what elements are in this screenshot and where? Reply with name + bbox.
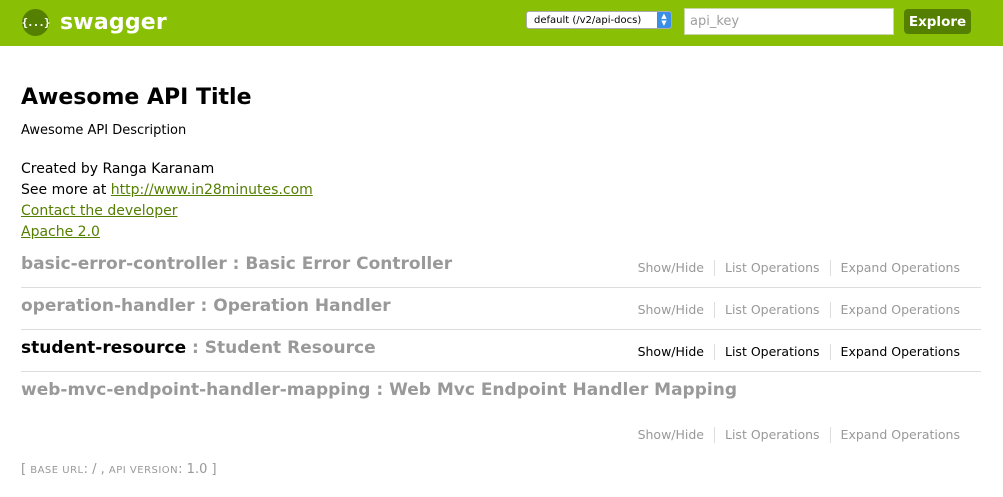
resource-name[interactable]: operation-handler: [21, 296, 195, 316]
show-hide-link[interactable]: Show/Hide: [638, 344, 714, 360]
list-operations-link[interactable]: List Operations: [714, 260, 830, 276]
resource-heading[interactable]: basic-error-controller : Basic Error Con…: [21, 254, 452, 274]
show-hide-link[interactable]: Show/Hide: [638, 302, 714, 318]
resource-description[interactable]: Student Resource: [205, 338, 376, 358]
spec-select-value: default (/v2/api-docs): [534, 14, 642, 26]
api-title: Awesome API Title: [21, 85, 252, 110]
resource-separator: :: [226, 254, 246, 274]
see-more-link[interactable]: http://www.in28minutes.com: [111, 182, 313, 198]
resource-separator: :: [370, 380, 390, 400]
resource-list: basic-error-controller : Basic Error Con…: [21, 246, 981, 445]
api-key-input[interactable]: [684, 8, 894, 35]
created-by: Created by Ranga Karanam: [21, 161, 215, 177]
show-hide-link[interactable]: Show/Hide: [638, 427, 714, 443]
contact-developer-link[interactable]: Contact the developer: [21, 203, 177, 219]
resource-heading[interactable]: student-resource : Student Resource: [21, 338, 376, 358]
select-arrows-icon: ▲ ▼: [657, 12, 671, 28]
footer-open-bracket: [: [21, 462, 31, 477]
base-url-label: BASE URL: [30, 465, 84, 476]
license-link[interactable]: Apache 2.0: [21, 224, 100, 240]
resource-heading[interactable]: web-mvc-endpoint-handler-mapping : Web M…: [21, 380, 737, 400]
expand-operations-link[interactable]: Expand Operations: [829, 427, 970, 443]
resource-separator: :: [194, 296, 214, 316]
resource-basic-error-controller: basic-error-controller : Basic Error Con…: [21, 246, 981, 288]
show-hide-link[interactable]: Show/Hide: [638, 260, 714, 276]
contact: Contact the developer: [21, 201, 981, 222]
expand-operations-link[interactable]: Expand Operations: [829, 302, 970, 318]
resource-name[interactable]: student-resource: [21, 338, 186, 358]
api-info: Awesome API Title Awesome API Descriptio…: [21, 82, 981, 243]
resource-name[interactable]: basic-error-controller: [21, 254, 227, 274]
license: Apache 2.0: [21, 222, 981, 243]
expand-operations-link[interactable]: Expand Operations: [829, 260, 970, 276]
list-operations-link[interactable]: List Operations: [714, 427, 830, 443]
resource-heading[interactable]: operation-handler : Operation Handler: [21, 296, 391, 316]
resource-student-resource: student-resource : Student Resource Show…: [21, 330, 981, 372]
resource-ops: Show/Hide List Operations Expand Operati…: [638, 344, 970, 360]
resource-ops: Show/Hide List Operations Expand Operati…: [638, 427, 970, 443]
base-url-value: : / ,: [83, 462, 109, 477]
logo-text: swagger: [60, 9, 167, 35]
api-description: Awesome API Description: [21, 123, 187, 138]
see-more: See more at http://www.in28minutes.com: [21, 180, 981, 201]
resource-ops: Show/Hide List Operations Expand Operati…: [638, 260, 970, 276]
swagger-logo-icon: {...}: [21, 8, 51, 36]
list-operations-link[interactable]: List Operations: [714, 344, 830, 360]
resource-name[interactable]: web-mvc-endpoint-handler-mapping: [21, 380, 370, 400]
api-version-label: API VERSION: [108, 465, 179, 476]
resource-separator: :: [186, 338, 205, 358]
see-more-prefix: See more at: [21, 182, 111, 198]
top-bar: {...} swagger default (/v2/api-docs) ▲ ▼ …: [0, 0, 1003, 46]
resource-description[interactable]: Operation Handler: [213, 296, 390, 316]
resource-operation-handler: operation-handler : Operation Handler Sh…: [21, 288, 981, 330]
spec-select[interactable]: default (/v2/api-docs) ▲ ▼: [526, 11, 672, 29]
explore-button[interactable]: Explore: [904, 9, 971, 34]
api-version-value: : 1.0 ]: [178, 462, 217, 477]
resource-description[interactable]: Web Mvc Endpoint Handler Mapping: [389, 380, 737, 400]
resource-web-mvc-endpoint-handler-mapping: web-mvc-endpoint-handler-mapping : Web M…: [21, 372, 981, 445]
footer: [ BASE URL: / , API VERSION: 1.0 ]: [21, 462, 217, 477]
list-operations-link[interactable]: List Operations: [714, 302, 830, 318]
resource-ops: Show/Hide List Operations Expand Operati…: [638, 302, 970, 318]
swagger-logo[interactable]: {...} swagger: [21, 7, 167, 37]
resource-description[interactable]: Basic Error Controller: [245, 254, 452, 274]
expand-operations-link[interactable]: Expand Operations: [829, 344, 970, 360]
